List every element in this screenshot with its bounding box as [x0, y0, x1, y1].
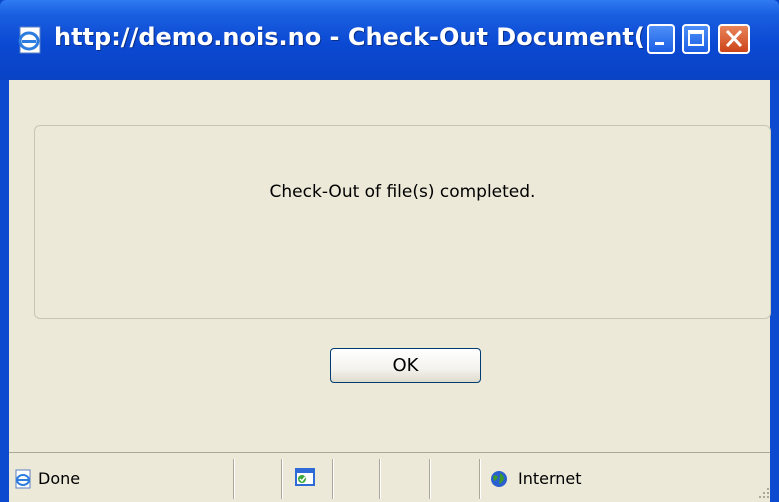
- maximize-button[interactable]: [682, 24, 710, 54]
- message-panel: [34, 125, 771, 319]
- ie-page-icon: [15, 469, 31, 489]
- close-icon: [725, 29, 743, 48]
- close-button[interactable]: [718, 24, 750, 54]
- dialog-content: Check-Out of file(s) completed. OK: [9, 80, 771, 452]
- ok-button[interactable]: OK: [330, 348, 481, 383]
- window-frame-left: [0, 80, 9, 502]
- status-text: Done: [38, 469, 81, 488]
- window-title: http://demo.nois.no - Check-Out Document…: [54, 23, 673, 51]
- security-zone-text: Internet: [518, 469, 582, 488]
- minimize-button[interactable]: [647, 24, 675, 54]
- status-separator: [379, 459, 381, 499]
- popup-blocker-icon[interactable]: [294, 466, 316, 488]
- globe-icon: [491, 471, 507, 487]
- status-separator: [429, 459, 431, 499]
- maximize-icon: [688, 30, 704, 46]
- status-bar: Done Internet: [9, 452, 770, 502]
- title-bar[interactable]: http://demo.nois.no - Check-Out Document…: [0, 0, 779, 80]
- status-separator: [281, 459, 283, 499]
- status-separator: [233, 459, 235, 499]
- window-frame-right: [770, 80, 779, 502]
- status-separator: [332, 459, 334, 499]
- completion-message: Check-Out of file(s) completed.: [269, 182, 536, 202]
- status-separator: [479, 459, 481, 499]
- minimize-icon: [655, 42, 664, 45]
- ie-page-icon: [18, 26, 41, 54]
- browser-popup-window: http://demo.nois.no - Check-Out Document…: [0, 0, 779, 502]
- resize-grip-icon[interactable]: [757, 486, 771, 500]
